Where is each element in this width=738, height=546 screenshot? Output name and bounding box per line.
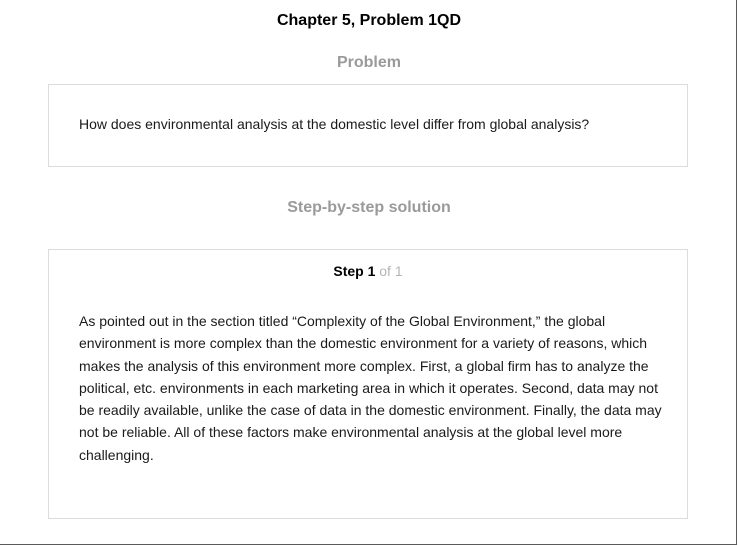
step-number: Step 1	[333, 263, 376, 279]
step-indicator: Step 1 of 1	[49, 263, 687, 279]
page: Chapter 5, Problem 1QD Problem How does …	[0, 0, 737, 545]
page-title: Chapter 5, Problem 1QD	[276, 12, 462, 29]
problem-heading: Problem	[336, 54, 401, 71]
step-total: of 1	[379, 263, 403, 279]
problem-box: How does environmental analysis at the d…	[48, 84, 688, 167]
problem-text: How does environmental analysis at the d…	[79, 116, 590, 132]
solution-box: Step 1 of 1 As pointed out in the sectio…	[48, 249, 688, 519]
solution-heading: Step-by-step solution	[287, 199, 451, 216]
solution-text: As pointed out in the section titled “Co…	[79, 313, 662, 463]
